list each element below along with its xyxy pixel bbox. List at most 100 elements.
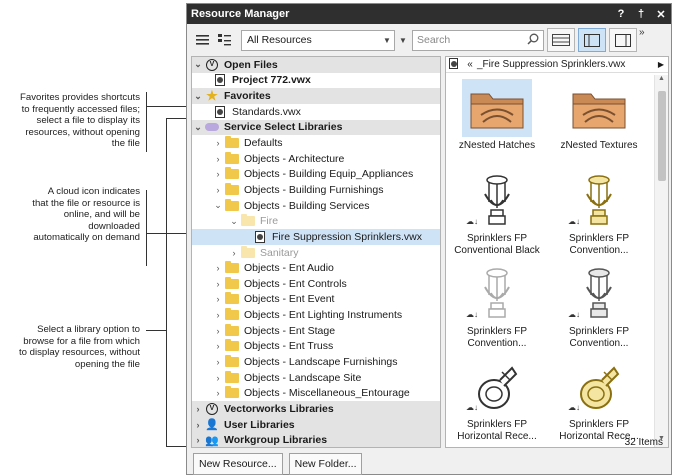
chevron-right-icon[interactable]: ›: [212, 341, 224, 351]
tree-item-folder[interactable]: › Objects - Building Equip_Appliances: [192, 166, 440, 182]
tree-item-folder[interactable]: › Objects - Architecture: [192, 151, 440, 167]
sprinkler-thumbnail: ☁↓: [564, 172, 634, 230]
resource-item[interactable]: ☁↓ Sprinklers FP Conventional Black: [446, 168, 548, 261]
tree-item-folder[interactable]: › Objects - Landscape Site: [192, 370, 440, 386]
split-view-button[interactable]: [578, 28, 606, 52]
resource-label: Sprinklers FP Horizontal Rece...: [448, 419, 546, 443]
chevron-right-icon[interactable]: ›: [212, 357, 224, 367]
tree-item-folder[interactable]: › Objects - Landscape Furnishings: [192, 354, 440, 370]
new-folder-button[interactable]: New Folder...: [288, 453, 363, 475]
chevron-right-icon[interactable]: ›: [212, 154, 224, 164]
tree-item-folder[interactable]: › Objects - Ent Controls: [192, 276, 440, 292]
tree-view-icon[interactable]: [213, 29, 235, 51]
search-input[interactable]: Search: [412, 29, 544, 51]
chevron-right-icon[interactable]: ›: [212, 185, 224, 195]
chevron-right-icon[interactable]: ›: [212, 279, 224, 289]
vectorworks-icon: V: [206, 58, 218, 71]
chevron-down-icon[interactable]: ⌄: [212, 200, 224, 211]
chevron-right-icon[interactable]: ›: [212, 138, 224, 148]
back-button[interactable]: «: [463, 59, 477, 70]
resource-label-line2: Conventional Black: [454, 245, 540, 256]
preview-pane-button[interactable]: [609, 28, 637, 52]
toolbar: All Resources ▼ ▼ Search »: [187, 25, 671, 55]
resource-label-line2: Horizontal Rece...: [457, 431, 537, 442]
chevron-right-icon[interactable]: ›: [212, 294, 224, 304]
breadcrumb-arrow-icon[interactable]: ▶: [654, 60, 668, 69]
tree-item-folder[interactable]: ⌄ Objects - Building Services: [192, 198, 440, 214]
tree-item-folder[interactable]: › Objects - Ent Stage: [192, 323, 440, 339]
chevron-right-icon[interactable]: ›: [212, 326, 224, 336]
resource-grid: zNested Hatches zNested Textures ☁↓ Sprinkl…: [446, 75, 650, 447]
new-resource-button[interactable]: New Resource...: [193, 453, 283, 475]
list-view-button[interactable]: [547, 28, 575, 52]
chevron-right-icon[interactable]: ›: [212, 310, 224, 320]
chevron-right-icon[interactable]: ›: [212, 388, 224, 398]
scroll-up-icon[interactable]: ▲: [655, 75, 668, 87]
chevron-right-icon[interactable]: ›: [212, 373, 224, 383]
scroll-thumb[interactable]: [658, 91, 666, 181]
chevron-right-icon[interactable]: ›: [212, 263, 224, 273]
favorites-bracket: [146, 92, 147, 152]
help-button[interactable]: ?: [611, 8, 631, 20]
menu-icon[interactable]: [191, 29, 213, 51]
cloud-bracket: [146, 190, 147, 266]
breadcrumb-file[interactable]: _Fire Suppression Sprinklers.vwx: [477, 59, 654, 70]
resource-label: zNested Textures: [550, 140, 648, 152]
resource-item[interactable]: ☁↓ Sprinklers FP Horizontal Rece...: [548, 354, 650, 447]
chevron-right-icon[interactable]: ›: [228, 248, 240, 258]
tree-label: Project 772.vwx: [232, 74, 311, 87]
tree-item-folder[interactable]: › Objects - Ent Lighting Instruments: [192, 307, 440, 323]
tree-label: Fire Suppression Sprinklers.vwx: [272, 230, 422, 243]
resource-item[interactable]: ☁↓ Sprinklers FP Convention...: [446, 261, 548, 354]
search-options-dropdown[interactable]: ▼: [397, 30, 409, 51]
resource-filter-dropdown[interactable]: All Resources ▼: [241, 29, 395, 51]
chevron-down-icon[interactable]: ⌄: [192, 91, 204, 102]
overflow-chevron-icon[interactable]: »: [639, 27, 651, 38]
chevron-right-icon[interactable]: ›: [192, 420, 204, 430]
chevron-right-icon[interactable]: ›: [212, 169, 224, 179]
cloud-download-icon: ☁↓: [568, 217, 580, 226]
pin-button[interactable]: †: [631, 8, 651, 20]
folder-icon: [225, 261, 239, 274]
tree-header-vectorworks-libraries[interactable]: › V Vectorworks Libraries: [192, 401, 440, 417]
tree-item-folder[interactable]: › Objects - Building Furnishings: [192, 182, 440, 198]
resource-item[interactable]: ☁↓ Sprinklers FP Convention...: [548, 261, 650, 354]
chevron-down-icon[interactable]: ⌄: [192, 59, 204, 70]
tree-header-service-select[interactable]: ⌄ Service Select Libraries: [192, 119, 440, 136]
resource-label: Sprinklers FP Convention...: [448, 326, 546, 350]
tree-item-standards[interactable]: Standards.vwx: [192, 104, 440, 120]
tree-header-user-libraries[interactable]: › 👤 User Libraries: [192, 416, 440, 433]
chevron-down-icon[interactable]: ⌄: [192, 122, 204, 133]
cloud-download-icon: ☁↓: [568, 310, 580, 319]
resource-item[interactable]: zNested Textures: [548, 75, 650, 168]
chevron-right-icon[interactable]: ›: [192, 404, 204, 414]
vertical-scrollbar[interactable]: ▲ ▼: [654, 75, 668, 447]
resource-item[interactable]: ☁↓ Sprinklers FP Convention...: [548, 168, 650, 261]
user-icon: 👤: [205, 419, 219, 432]
folder-icon: [241, 214, 255, 227]
tree-header-favorites[interactable]: ⌄ ★ Favorites: [192, 88, 440, 104]
chevron-right-icon[interactable]: ›: [192, 435, 204, 445]
tree-header-open-files[interactable]: ⌄ V Open Files: [192, 57, 440, 73]
tree-item-sanitary[interactable]: › Sanitary: [192, 245, 440, 261]
tree-item-fire-suppression-file[interactable]: Fire Suppression Sprinklers.vwx: [192, 229, 440, 245]
tree-header-workgroup-libraries[interactable]: › 👥 Workgroup Libraries: [192, 432, 440, 447]
folder-icon: [225, 276, 239, 289]
tree-label: Workgroup Libraries: [224, 434, 328, 447]
tree-item-folder[interactable]: › Defaults: [192, 135, 440, 151]
chevron-down-icon[interactable]: ⌄: [228, 216, 240, 227]
tree-item-folder[interactable]: › Objects - Ent Truss: [192, 339, 440, 355]
tree-item-fire[interactable]: ⌄ Fire: [192, 213, 440, 229]
tree-item-folder[interactable]: › Objects - Ent Audio: [192, 260, 440, 276]
sprinkler-thumbnail: ☁↓: [462, 358, 532, 416]
resource-label-line1: Sprinklers FP: [466, 233, 527, 244]
folder-icon: [225, 182, 239, 195]
sprinkler-thumbnail: ☁↓: [462, 172, 532, 230]
close-button[interactable]: ✕: [651, 8, 671, 21]
tree-item-folder[interactable]: › Objects - Ent Event: [192, 292, 440, 308]
sprinkler-thumbnail: ☁↓: [462, 265, 532, 323]
tree-item-project[interactable]: Project 772.vwx: [192, 73, 440, 89]
tree-item-folder[interactable]: › Objects - Miscellaneous_Entourage: [192, 385, 440, 401]
resource-item[interactable]: zNested Hatches: [446, 75, 548, 168]
resource-item[interactable]: ☁↓ Sprinklers FP Horizontal Rece...: [446, 354, 548, 447]
